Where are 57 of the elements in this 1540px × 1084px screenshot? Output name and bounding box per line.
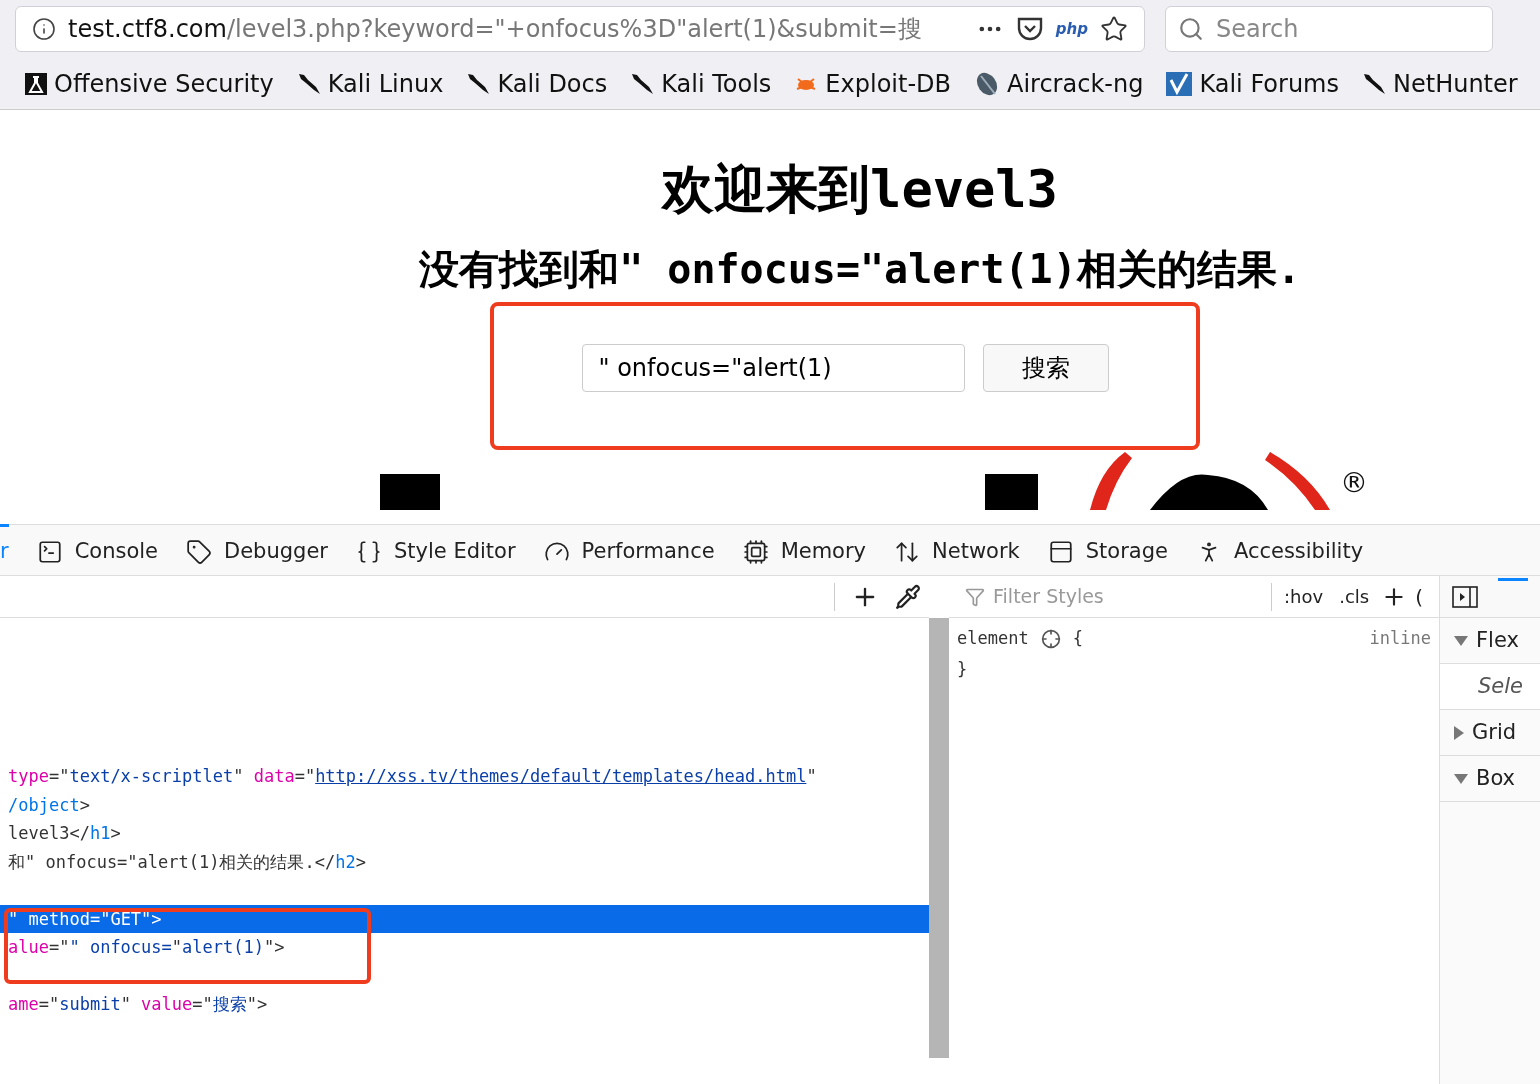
search-button[interactable]: 搜索	[982, 344, 1109, 392]
registered-mark: ®	[1340, 465, 1368, 501]
markup-line[interactable]: ame="submit" value="搜索">	[0, 990, 930, 1019]
url-field[interactable]: test.ctf8.com/level3.php?keyword="+onfocus%3D"alert(1)&submit=搜 php	[15, 6, 1145, 52]
info-icon[interactable]	[32, 17, 56, 41]
bookmark-link[interactable]: NetHunter	[1393, 65, 1518, 102]
php-badge[interactable]: php	[1055, 17, 1088, 41]
rule-brace: {	[1072, 627, 1083, 651]
chip-icon	[742, 538, 769, 565]
devtools-tab[interactable]: Accessibility	[1195, 524, 1364, 576]
forum-logo-icon	[1165, 69, 1194, 98]
devtools-tab[interactable]: Performance	[543, 524, 715, 576]
pocket-icon[interactable]	[1015, 16, 1044, 42]
bookmark-link[interactable]: Kali Linux	[327, 65, 444, 102]
panel-section-header[interactable]: Grid	[1440, 710, 1540, 756]
markup-line[interactable]: type="text/x-scriptlet" data="http://xss.tv/themes/default/templates/head.html"	[0, 762, 930, 791]
sidebar-toggle-icon[interactable]	[1452, 585, 1478, 608]
bookmark-link[interactable]: Kali Forums	[1199, 65, 1339, 102]
markup-line[interactable]: level3</h1>	[0, 819, 930, 848]
markup-line[interactable]: /object>	[0, 790, 930, 819]
keyword-input[interactable]: " onfocus="alert(1)	[581, 344, 965, 392]
classes-toggle[interactable]: .cls	[1335, 583, 1374, 610]
rule-selector: element	[957, 627, 1029, 651]
bookmark-star-icon[interactable]	[1100, 15, 1128, 43]
markup-line[interactable]: alue="" onfocus="alert(1)">	[0, 933, 930, 962]
bookmark-link[interactable]: Kali Tools	[661, 65, 772, 102]
devtools-tab[interactable]: Console	[36, 524, 158, 576]
tag-icon	[186, 538, 212, 565]
panel-note: Sele	[1440, 664, 1540, 710]
search-field[interactable]: Search	[1165, 6, 1493, 52]
devtools-tab[interactable]: Storage	[1047, 524, 1168, 576]
devtools-tab[interactable]: Style Editor	[355, 524, 516, 576]
url-text: test.ctf8.com/level3.php?keyword="+onfocus%3D"alert(1)&submit=搜	[68, 14, 923, 45]
panel-icon	[1047, 538, 1074, 565]
rule-source: inline	[1369, 627, 1431, 651]
markup-line[interactable]: 和" onfocus="alert(1)相关的结果.</h2>	[0, 847, 930, 876]
bookmark-link[interactable]: Kali Docs	[497, 65, 608, 102]
toolbar-paren: (	[1415, 583, 1423, 611]
bookmark-link[interactable]: Exploit-DB	[825, 65, 951, 102]
devtools-tab[interactable]: Network	[894, 524, 1020, 576]
panel-section-header[interactable]: Box	[1440, 756, 1540, 802]
crosshair-icon[interactable]	[1040, 629, 1061, 649]
page-heading: 欢迎来到level3	[662, 158, 1058, 221]
console-icon	[36, 538, 63, 565]
bookmark-link[interactable]: Aircrack-ng	[1007, 65, 1144, 102]
search-icon	[1178, 16, 1204, 42]
rule-brace: }	[957, 658, 969, 681]
result-message: 没有找到和" onfocus="alert(1)相关的结果.	[419, 245, 1301, 294]
devtools-tab[interactable]: Debugger	[186, 524, 328, 576]
filter-icon	[965, 586, 986, 607]
devtools-tab[interactable]: Memory	[742, 524, 867, 576]
search-input[interactable]: Search	[1216, 11, 1466, 47]
hover-toggle[interactable]: :hov	[1280, 583, 1328, 610]
bookmark-link[interactable]: Offensive Security	[54, 65, 274, 102]
filter-styles-field[interactable]: Filter Styles	[993, 582, 1264, 611]
eyedropper-icon[interactable]	[895, 583, 922, 610]
flask-icon	[24, 71, 48, 96]
